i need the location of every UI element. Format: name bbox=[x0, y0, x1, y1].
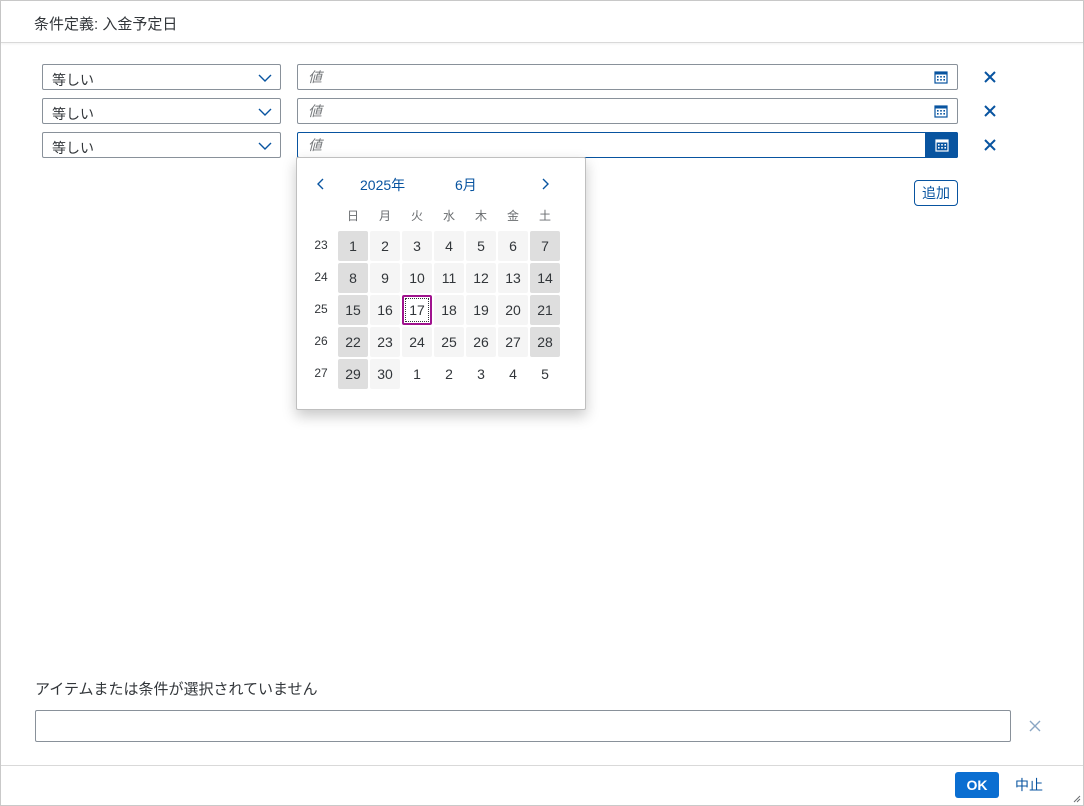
value-field bbox=[297, 64, 958, 90]
remove-condition-button[interactable] bbox=[979, 66, 1001, 88]
calendar-day[interactable]: 16 bbox=[370, 295, 400, 325]
chevron-right-icon bbox=[542, 178, 549, 190]
year-picker-button[interactable]: 2025年 bbox=[360, 175, 405, 195]
calendar-day[interactable]: 2 bbox=[434, 359, 464, 389]
resize-handle-icon[interactable] bbox=[1071, 793, 1081, 803]
chevron-left-icon bbox=[317, 178, 324, 190]
chevron-down-icon bbox=[258, 74, 272, 82]
cancel-button[interactable]: 中止 bbox=[1011, 772, 1047, 798]
calendar-day[interactable]: 23 bbox=[370, 327, 400, 357]
add-condition-button[interactable]: 追加 bbox=[914, 180, 958, 206]
week-number: 27 bbox=[314, 366, 328, 380]
calendar-day[interactable]: 5 bbox=[466, 231, 496, 261]
calendar-day[interactable]: 8 bbox=[338, 263, 368, 293]
calendar-icon bbox=[934, 105, 948, 118]
condition-row: 等しい bbox=[1, 64, 1083, 90]
calendar-day[interactable]: 27 bbox=[498, 327, 528, 357]
ok-button[interactable]: OK bbox=[955, 772, 999, 798]
selected-conditions-field[interactable] bbox=[35, 710, 1011, 742]
calendar-button[interactable] bbox=[925, 65, 957, 89]
calendar-day[interactable]: 10 bbox=[402, 263, 432, 293]
weekday-header: 火 bbox=[410, 209, 423, 223]
clear-all-button[interactable] bbox=[1024, 715, 1046, 737]
calendar-day[interactable]: 3 bbox=[466, 359, 496, 389]
operator-value: 等しい bbox=[52, 106, 94, 122]
calendar-button[interactable] bbox=[925, 99, 957, 123]
calendar-day[interactable]: 25 bbox=[434, 327, 464, 357]
week-number: 25 bbox=[314, 302, 328, 316]
calendar-day[interactable]: 9 bbox=[370, 263, 400, 293]
calendar-day[interactable]: 19 bbox=[466, 295, 496, 325]
operator-select[interactable]: 等しい bbox=[42, 64, 281, 90]
weekday-header: 金 bbox=[506, 209, 519, 223]
remove-condition-button[interactable] bbox=[979, 100, 1001, 122]
next-month-button[interactable] bbox=[535, 174, 555, 194]
dialog-title: 条件定義: 入金予定日 bbox=[34, 16, 178, 33]
calendar-day[interactable]: 15 bbox=[338, 295, 368, 325]
calendar-day[interactable]: 2 bbox=[370, 231, 400, 261]
value-input[interactable] bbox=[298, 65, 924, 89]
close-icon bbox=[1029, 720, 1041, 732]
chevron-down-icon bbox=[258, 142, 272, 150]
calendar-day[interactable]: 4 bbox=[434, 231, 464, 261]
dialog-header: 条件定義: 入金予定日 bbox=[1, 1, 1083, 43]
condition-row: 等しい bbox=[1, 98, 1083, 124]
calendar-day[interactable]: 21 bbox=[530, 295, 560, 325]
calendar-day[interactable]: 12 bbox=[466, 263, 496, 293]
calendar-day[interactable]: 14 bbox=[530, 263, 560, 293]
week-number: 26 bbox=[314, 334, 328, 348]
close-icon bbox=[984, 139, 996, 151]
chevron-down-icon bbox=[258, 108, 272, 116]
value-input[interactable] bbox=[298, 133, 924, 157]
weekday-header: 日 bbox=[346, 209, 359, 223]
operator-value: 等しい bbox=[52, 140, 94, 156]
calendar-day[interactable]: 6 bbox=[498, 231, 528, 261]
month-picker-button[interactable]: 6月 bbox=[455, 175, 477, 195]
calendar-day[interactable]: 22 bbox=[338, 327, 368, 357]
calendar-day-label: 17 bbox=[405, 298, 429, 322]
close-icon bbox=[984, 105, 996, 117]
condition-dialog: 条件定義: 入金予定日 等しい 等しい bbox=[0, 0, 1084, 806]
value-input[interactable] bbox=[298, 99, 924, 123]
remove-condition-button[interactable] bbox=[979, 134, 1001, 156]
operator-select[interactable]: 等しい bbox=[42, 132, 281, 158]
close-icon bbox=[984, 71, 996, 83]
calendar-day[interactable]: 1 bbox=[402, 359, 432, 389]
calendar-day[interactable]: 28 bbox=[530, 327, 560, 357]
calendar-day[interactable]: 3 bbox=[402, 231, 432, 261]
week-number: 23 bbox=[314, 238, 328, 252]
calendar-button[interactable] bbox=[925, 132, 958, 158]
calendar-day[interactable]: 11 bbox=[434, 263, 464, 293]
prev-month-button[interactable] bbox=[311, 174, 331, 194]
week-number: 24 bbox=[314, 270, 328, 284]
operator-value: 等しい bbox=[52, 72, 94, 88]
operator-select[interactable]: 等しい bbox=[42, 98, 281, 124]
weekday-header: 土 bbox=[538, 209, 551, 223]
calendar-day[interactable]: 7 bbox=[530, 231, 560, 261]
calendar-day[interactable]: 4 bbox=[498, 359, 528, 389]
calendar-day[interactable]: 26 bbox=[466, 327, 496, 357]
calendar-day-today[interactable]: 17 bbox=[402, 295, 432, 325]
calendar-day[interactable]: 29 bbox=[338, 359, 368, 389]
calendar-day[interactable]: 1 bbox=[338, 231, 368, 261]
value-field bbox=[297, 98, 958, 124]
weekday-header: 月 bbox=[378, 209, 391, 223]
calendar-day[interactable]: 5 bbox=[530, 359, 560, 389]
calendar-icon bbox=[934, 71, 948, 84]
calendar-day[interactable]: 30 bbox=[370, 359, 400, 389]
calendar-day[interactable]: 20 bbox=[498, 295, 528, 325]
weekday-header: 水 bbox=[442, 209, 455, 223]
calendar-icon bbox=[934, 139, 949, 152]
calendar-day[interactable]: 24 bbox=[402, 327, 432, 357]
value-field bbox=[297, 132, 958, 158]
condition-row: 等しい bbox=[1, 132, 1083, 158]
dialog-footer bbox=[1, 765, 1083, 806]
tokens-empty-label: アイテムまたは条件が選択されていません bbox=[35, 681, 318, 698]
calendar-day[interactable]: 18 bbox=[434, 295, 464, 325]
calendar-popover: 2025年 6月 日月火水木金土 23 1 2 3 4 5 6 7 24 8 9 10 11 12 13 14 2… bbox=[296, 157, 586, 410]
weekday-header: 木 bbox=[474, 209, 487, 223]
calendar-day[interactable]: 13 bbox=[498, 263, 528, 293]
